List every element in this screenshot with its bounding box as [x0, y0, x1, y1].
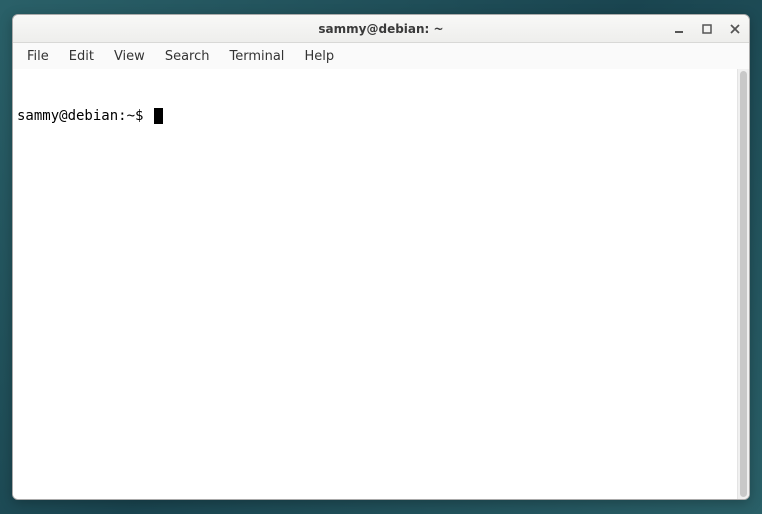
- window-title: sammy@debian: ~: [318, 22, 443, 36]
- close-button[interactable]: [727, 21, 743, 37]
- vertical-scrollbar[interactable]: [737, 69, 749, 499]
- close-icon: [730, 24, 740, 34]
- titlebar[interactable]: sammy@debian: ~: [13, 15, 749, 43]
- menu-search[interactable]: Search: [155, 45, 220, 68]
- minimize-icon: [674, 24, 684, 34]
- menu-file[interactable]: File: [17, 45, 59, 68]
- maximize-button[interactable]: [699, 21, 715, 37]
- menu-edit[interactable]: Edit: [59, 45, 104, 68]
- menubar: File Edit View Search Terminal Help: [13, 43, 749, 69]
- terminal-window: sammy@debian: ~ File Edit View: [12, 14, 750, 500]
- terminal-cursor: [154, 108, 163, 124]
- terminal-area[interactable]: sammy@debian:~$: [13, 69, 749, 499]
- maximize-icon: [702, 24, 712, 34]
- prompt-line: sammy@debian:~$: [17, 107, 733, 125]
- terminal-content[interactable]: sammy@debian:~$: [13, 69, 737, 499]
- minimize-button[interactable]: [671, 21, 687, 37]
- prompt-text: sammy@debian:~$: [17, 107, 152, 125]
- menu-view[interactable]: View: [104, 45, 155, 68]
- scrollbar-thumb[interactable]: [740, 71, 747, 497]
- menu-terminal[interactable]: Terminal: [219, 45, 294, 68]
- menu-help[interactable]: Help: [294, 45, 344, 68]
- window-controls: [671, 15, 743, 43]
